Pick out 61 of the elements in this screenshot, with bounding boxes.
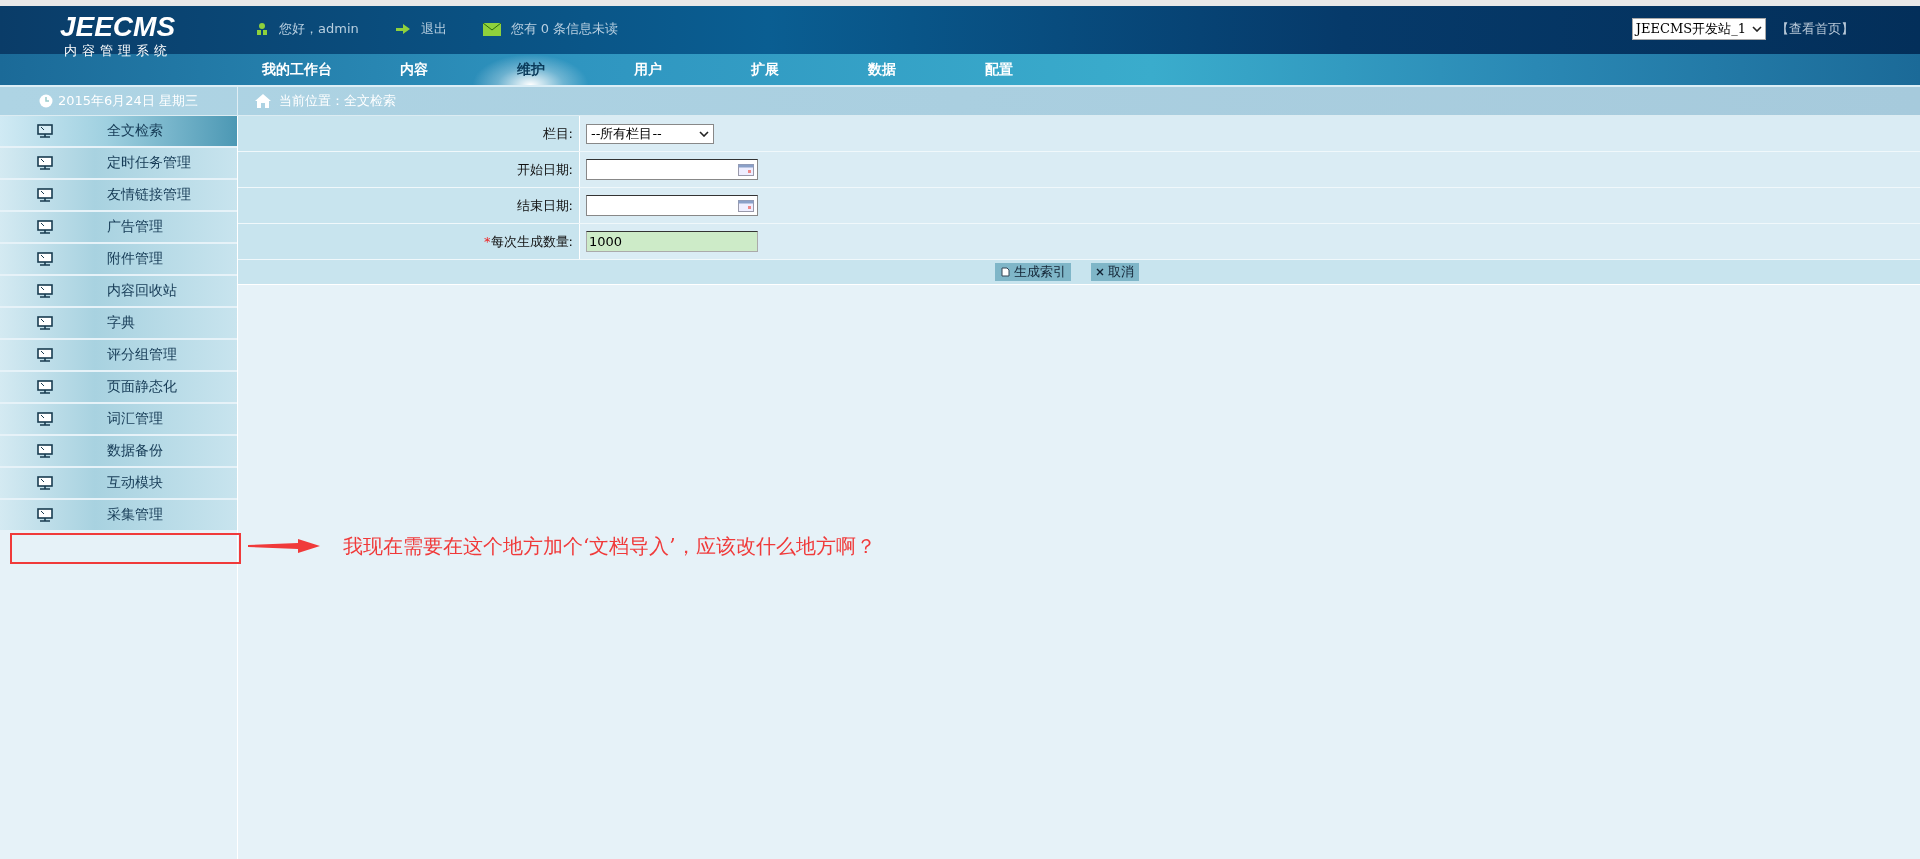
field-label: 开始日期: xyxy=(238,152,580,187)
logo-title: JEECMS xyxy=(59,12,176,42)
sidebar-item[interactable]: 采集管理 xyxy=(0,500,237,532)
monitor-icon xyxy=(37,380,53,394)
monitor-icon xyxy=(37,348,53,362)
clock-icon xyxy=(39,94,53,108)
cancel-button[interactable]: 取消 xyxy=(1091,263,1139,281)
sidebar-item[interactable]: 评分组管理 xyxy=(0,340,237,372)
nav-tab[interactable]: 我的工作台 xyxy=(238,54,355,85)
calendar-icon[interactable] xyxy=(738,199,754,212)
sidebar-item[interactable]: 友情链接管理 xyxy=(0,180,237,212)
date-field[interactable] xyxy=(586,159,758,180)
logo-subtitle: 内容管理系统 xyxy=(63,42,172,60)
sidebar-item[interactable]: 广告管理 xyxy=(0,212,237,244)
monitor-icon xyxy=(37,444,53,458)
count-field[interactable]: 1000 xyxy=(586,231,758,252)
chevron-down-icon xyxy=(699,130,709,137)
field-label: 栏目: xyxy=(238,116,580,151)
column-select[interactable]: --所有栏目-- xyxy=(586,123,714,144)
nav-tab[interactable]: 维护 xyxy=(472,54,589,85)
sidebar-item[interactable]: 附件管理 xyxy=(0,244,237,276)
field-label: *每次生成数量: xyxy=(238,224,580,259)
user-icon xyxy=(255,22,269,36)
home-icon xyxy=(255,94,271,108)
sidebar-item[interactable]: 全文检索 xyxy=(0,116,237,148)
close-icon xyxy=(1096,268,1104,276)
sidebar-item[interactable]: 互动模块 xyxy=(0,468,237,500)
chevron-down-icon xyxy=(1752,26,1762,32)
messages-link[interactable]: 您有 0 条信息未读 xyxy=(510,20,619,38)
sidebar-item[interactable]: 页面静态化 xyxy=(0,372,237,404)
monitor-icon xyxy=(37,476,53,490)
monitor-icon xyxy=(37,156,53,170)
monitor-icon xyxy=(37,124,53,138)
field-label: 结束日期: xyxy=(238,188,580,223)
sidebar-item[interactable]: 词汇管理 xyxy=(0,404,237,436)
site-select[interactable]: JEECMS开发站_1 xyxy=(1631,18,1766,40)
sidebar-item[interactable]: 字典 xyxy=(0,308,237,340)
monitor-icon xyxy=(37,220,53,234)
monitor-icon xyxy=(37,252,53,266)
annotation-text: 我现在需要在这个地方加个‘文档导入’，应该改什么地方啊？ xyxy=(343,533,876,560)
sidebar-item[interactable]: 定时任务管理 xyxy=(0,148,237,180)
date-field[interactable] xyxy=(586,195,758,216)
breadcrumb-text: 当前位置：全文检索 xyxy=(279,92,396,110)
generate-index-button[interactable]: 生成索引 xyxy=(995,263,1071,281)
monitor-icon xyxy=(37,508,53,522)
annotation-arrow xyxy=(248,539,320,553)
nav-tab[interactable]: 内容 xyxy=(355,54,472,85)
monitor-icon xyxy=(37,316,53,330)
mail-icon[interactable] xyxy=(482,22,501,36)
logout-link[interactable]: 退出 xyxy=(420,20,447,38)
calendar-icon[interactable] xyxy=(738,163,754,176)
monitor-icon xyxy=(37,412,53,426)
sidebar-item[interactable]: 内容回收站 xyxy=(0,276,237,308)
greeting-text: 您好，admin xyxy=(279,20,359,38)
date-text: 2015年6月24日 星期三 xyxy=(58,92,198,110)
monitor-icon xyxy=(37,284,53,298)
sidebar-item[interactable]: 数据备份 xyxy=(0,436,237,468)
document-icon xyxy=(1000,267,1010,277)
view-home-link[interactable]: 【查看首页】 xyxy=(1776,20,1854,38)
exit-icon[interactable] xyxy=(394,22,411,36)
monitor-icon xyxy=(37,188,53,202)
